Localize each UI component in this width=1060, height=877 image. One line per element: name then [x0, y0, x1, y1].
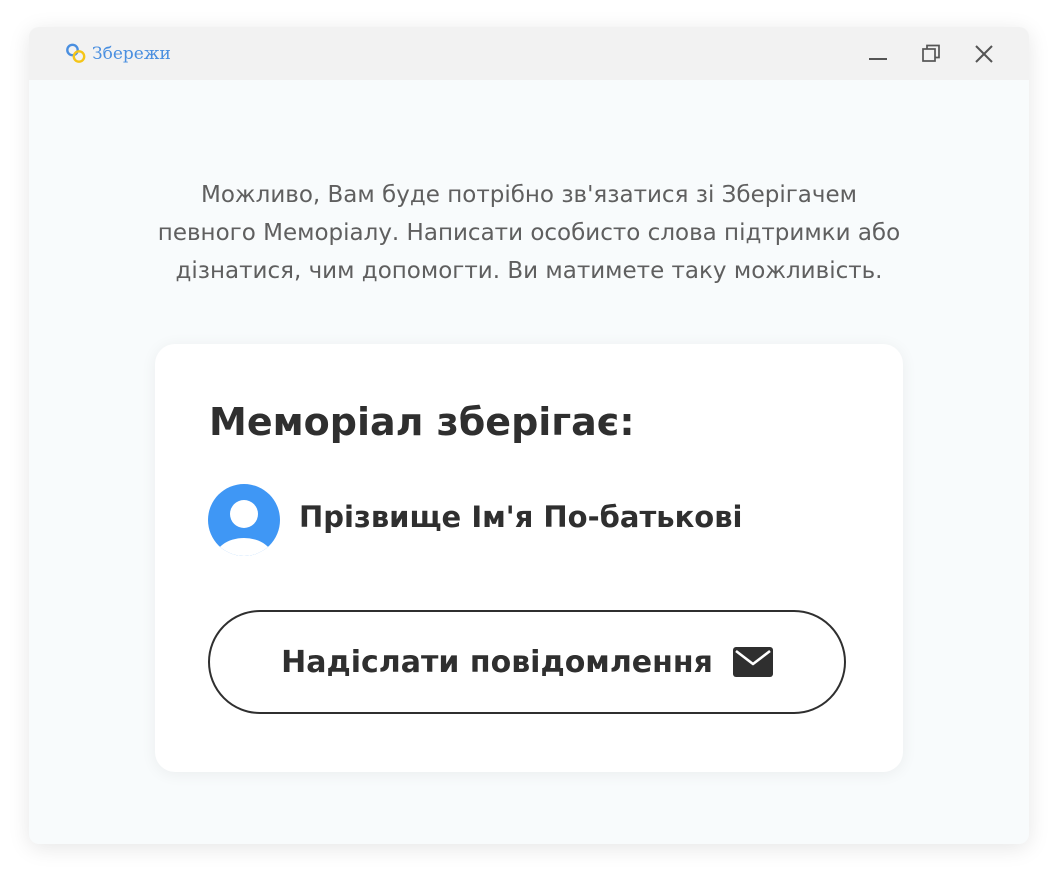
logo-text: Збережи — [92, 44, 171, 64]
app-logo: Збережи — [63, 41, 171, 67]
minimize-icon — [869, 58, 887, 60]
logo-icon — [66, 43, 86, 63]
memorial-card: Меморіал зберігає: Прізвище Ім'я По-бать… — [155, 344, 903, 772]
close-button[interactable] — [969, 39, 999, 69]
send-message-button[interactable]: Надіслати повідомлення — [208, 610, 846, 714]
close-icon — [975, 45, 993, 63]
custodian-name[interactable]: Прізвище Ім'я По-батькові — [299, 500, 743, 534]
card-title: Меморіал зберігає: — [209, 400, 635, 444]
restore-icon — [922, 44, 940, 62]
restore-button[interactable] — [916, 39, 946, 69]
minimize-button[interactable] — [863, 39, 893, 69]
title-bar: Збережи — [29, 27, 1029, 80]
envelope-icon — [732, 647, 773, 677]
user-avatar-icon — [208, 484, 280, 556]
intro-text: Можливо, Вам буде потрібно зв'язатися зі… — [157, 182, 901, 284]
send-message-label: Надіслати повідомлення — [281, 644, 713, 680]
app-window: Збережи Можливо, Вам буде потрібно зв'яз… — [29, 27, 1029, 844]
